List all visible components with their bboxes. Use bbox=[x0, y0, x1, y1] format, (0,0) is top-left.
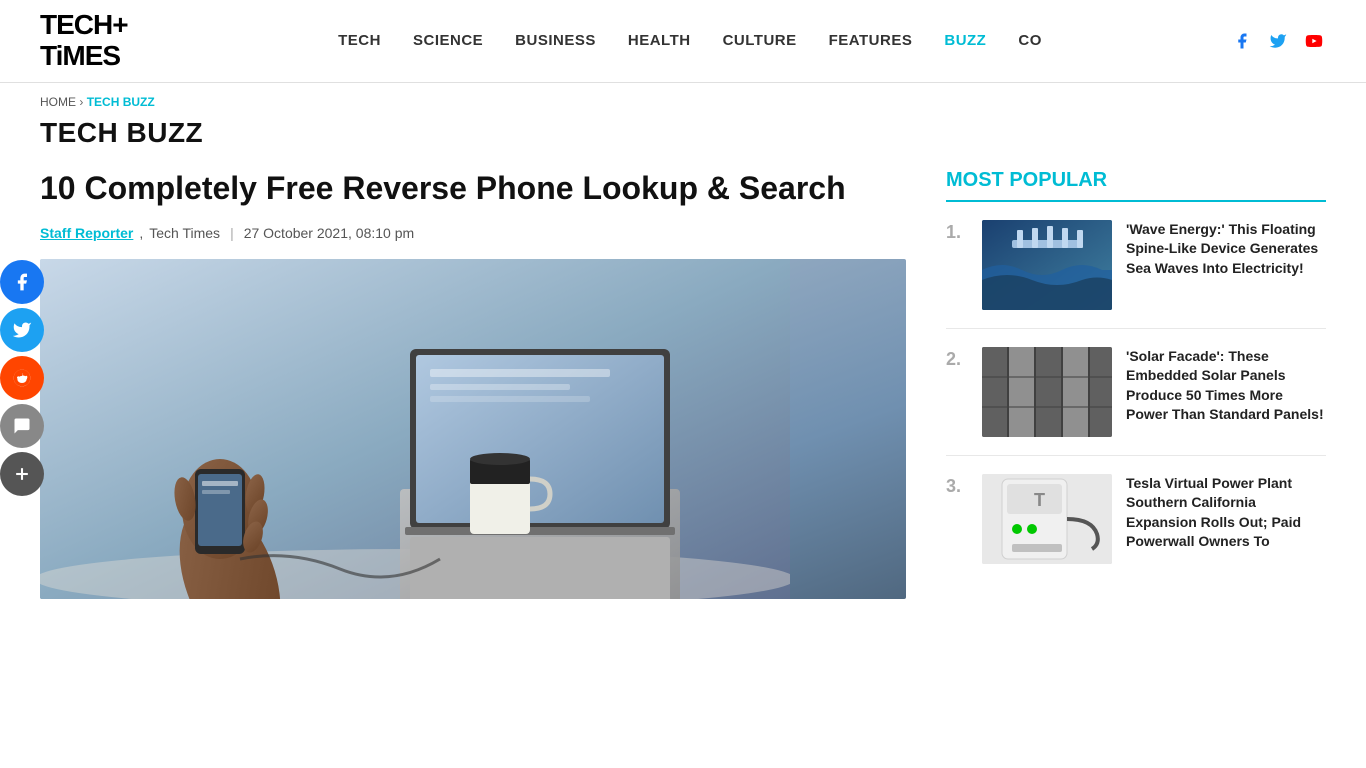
popular-text-3[interactable]: Tesla Virtual Power Plant Southern Calif… bbox=[1126, 474, 1326, 552]
social-sidebar bbox=[0, 260, 44, 496]
popular-item-3: 3. T bbox=[946, 474, 1326, 582]
nav-tech[interactable]: TECH bbox=[338, 32, 381, 49]
nav-business[interactable]: BUSINESS bbox=[515, 32, 596, 49]
facebook-share-button[interactable] bbox=[0, 260, 44, 304]
more-share-button[interactable] bbox=[0, 452, 44, 496]
nav-features[interactable]: FEATURES bbox=[829, 32, 913, 49]
twitter-share-button[interactable] bbox=[0, 308, 44, 352]
breadcrumb: HOME › TECH BUZZ bbox=[0, 83, 1366, 113]
nav-science[interactable]: SCIENCE bbox=[413, 32, 483, 49]
nav-culture[interactable]: CULTURE bbox=[723, 32, 797, 49]
twitter-header-icon[interactable] bbox=[1266, 29, 1290, 53]
logo-line2: TiMES bbox=[40, 41, 150, 72]
article-source: Tech Times bbox=[149, 225, 220, 241]
section-title: TECH BUZZ bbox=[0, 113, 1366, 169]
chat-share-button[interactable] bbox=[0, 404, 44, 448]
popular-text-1[interactable]: 'Wave Energy:' This Floating Spine-Like … bbox=[1126, 220, 1326, 279]
article-date: 27 October 2021, 08:10 pm bbox=[244, 225, 414, 241]
popular-num-1: 1. bbox=[946, 222, 968, 243]
header-social-icons bbox=[1230, 29, 1326, 53]
popular-num-3: 3. bbox=[946, 476, 968, 497]
svg-text:T: T bbox=[1034, 490, 1045, 510]
breadcrumb-home[interactable]: HOME bbox=[40, 95, 76, 109]
breadcrumb-current: TECH BUZZ bbox=[87, 95, 155, 109]
nav-health[interactable]: HEALTH bbox=[628, 32, 691, 49]
popular-text-2[interactable]: 'Solar Facade': These Embedded Solar Pan… bbox=[1126, 347, 1326, 425]
sidebar: MOST POPULAR 1. bbox=[946, 169, 1326, 600]
youtube-header-icon[interactable] bbox=[1302, 29, 1326, 53]
facebook-header-icon[interactable] bbox=[1230, 29, 1254, 53]
article-title: 10 Completely Free Reverse Phone Lookup … bbox=[40, 169, 906, 207]
main-layout: 10 Completely Free Reverse Phone Lookup … bbox=[0, 169, 1366, 600]
main-nav: TECH SCIENCE BUSINESS HEALTH CULTURE FEA… bbox=[150, 32, 1230, 49]
popular-item-1: 1. bbox=[946, 220, 1326, 329]
popular-item-2: 2. bbox=[946, 347, 1326, 456]
popular-thumb-2[interactable] bbox=[982, 347, 1112, 437]
breadcrumb-separator: › bbox=[79, 95, 83, 109]
site-logo[interactable]: TECH+ TiMES bbox=[40, 10, 150, 72]
article-area: 10 Completely Free Reverse Phone Lookup … bbox=[40, 169, 906, 600]
popular-thumb-1[interactable] bbox=[982, 220, 1112, 310]
most-popular-title: MOST POPULAR bbox=[946, 169, 1326, 202]
meta-comma: , bbox=[139, 225, 143, 241]
logo-line1: TECH+ bbox=[40, 10, 150, 41]
reddit-share-button[interactable] bbox=[0, 356, 44, 400]
meta-divider: | bbox=[230, 225, 234, 241]
nav-buzz[interactable]: BUZZ bbox=[944, 32, 986, 49]
article-author[interactable]: Staff Reporter bbox=[40, 225, 133, 241]
article-meta: Staff Reporter , Tech Times | 27 October… bbox=[40, 225, 906, 241]
popular-num-2: 2. bbox=[946, 349, 968, 370]
header: TECH+ TiMES TECH SCIENCE BUSINESS HEALTH… bbox=[0, 0, 1366, 83]
article-hero-image bbox=[40, 259, 906, 599]
popular-thumb-3[interactable]: T bbox=[982, 474, 1112, 564]
nav-co[interactable]: CO bbox=[1018, 32, 1042, 49]
